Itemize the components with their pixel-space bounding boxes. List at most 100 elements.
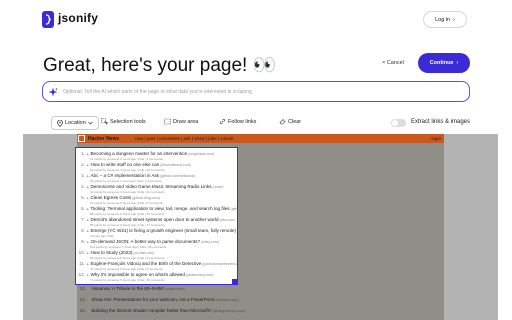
- upvote-icon[interactable]: ▲: [86, 229, 89, 233]
- story-rank: 4.: [81, 184, 85, 189]
- story-item[interactable]: 7.▲Detroit's abandoned street systems op…: [78, 217, 236, 227]
- story-meta: 41 points by someone 4 hours ago | hide …: [90, 190, 165, 194]
- story-site[interactable]: (wiley.com): [201, 240, 219, 244]
- upvote-icon[interactable]: ▲: [86, 240, 89, 244]
- cancel-label: Cancel: [386, 60, 404, 66]
- brand-name[interactable]: jsonify: [58, 11, 98, 25]
- continue-button[interactable]: Continue ›: [418, 53, 470, 73]
- story-item[interactable]: 8.▲Emerge (YC W21) is hiring a growth en…: [78, 228, 238, 238]
- story-meta: 96 points by someone 10 hours ago | hide…: [91, 314, 168, 318]
- upvote-icon[interactable]: ▲: [87, 287, 90, 291]
- chevron-down-icon: [88, 121, 93, 125]
- continue-label: Continue: [429, 60, 454, 66]
- story-title[interactable]: Show HN: Presentations for your webcam, …: [91, 297, 214, 302]
- story-rank: 3.: [81, 173, 85, 178]
- story-meta: 14 points by someone 2 hours ago | hide …: [90, 157, 163, 161]
- story-item[interactable]: 3.▲Abc – a C# implementation in Ask(gith…: [78, 173, 195, 183]
- draw-area-label: Draw area: [173, 118, 199, 125]
- story-rank: 10.: [78, 250, 85, 255]
- location-dropdown[interactable]: Location: [51, 116, 99, 130]
- story-title[interactable]: Building the DirectX shader compiler bet…: [91, 308, 211, 313]
- story-site[interactable]: (uncle): [212, 185, 223, 189]
- extract-links-toggle[interactable]: [391, 119, 406, 127]
- story-title[interactable]: Why it's impossible to agree on what's a…: [90, 272, 184, 277]
- draw-area-icon: [164, 118, 171, 125]
- draw-area-button[interactable]: Draw area: [164, 118, 198, 125]
- story-meta: 22 points by someone 3 hours ago | hide …: [91, 292, 164, 296]
- upvote-icon[interactable]: ▲: [86, 273, 89, 277]
- story-title[interactable]: Demoscene and Video Game Music Streaming…: [90, 184, 211, 189]
- story-item[interactable]: 5.▲Clean Egress Costs(github.blog.com) 27…: [78, 195, 163, 205]
- upvote-icon[interactable]: ▲: [87, 309, 90, 313]
- story-site[interactable]: (stratechery.com): [186, 273, 214, 277]
- cancel-button[interactable]: × Cancel: [382, 60, 404, 66]
- story-item[interactable]: 10.▲How to Study (2023)(cs.utah.edu) 59 p…: [78, 250, 165, 260]
- upvote-icon[interactable]: ▲: [87, 298, 90, 302]
- story-site[interactable]: (emerge.com): [237, 229, 238, 233]
- story-rank: 8.: [81, 228, 85, 233]
- page-preview[interactable]: Hacker News new | past | comments | ask …: [23, 134, 498, 320]
- selection-tools-label: Selection tools: [110, 118, 146, 125]
- story-item[interactable]: 11.▲Eugène-François Vidocq and the Birth…: [78, 261, 237, 271]
- story-title[interactable]: On-demand JSON: A better way to parse do…: [90, 239, 200, 244]
- clear-label: Clear: [288, 118, 302, 125]
- story-rank: 1.: [81, 151, 85, 156]
- story-item[interactable]: 12.▲Why it's impossible to agree on what…: [78, 272, 214, 282]
- story-item[interactable]: 6.▲Tooling: Terminal application to view…: [78, 206, 237, 216]
- story-title[interactable]: Hosanna: A Tribute to the 80–9-850: [91, 286, 163, 291]
- story-rank: 2.: [81, 162, 85, 167]
- upvote-icon[interactable]: ▲: [86, 251, 89, 255]
- follow-links-label: Follow links: [228, 118, 257, 125]
- selection-area[interactable]: 1.▲Becoming a dungeon master for an inte…: [75, 147, 238, 285]
- story-item[interactable]: 2.▲How to write stuff no one else can(th…: [78, 162, 191, 172]
- page-title: Great, here's your page! 👀: [43, 55, 277, 76]
- hn-title: Hacker News: [88, 135, 120, 142]
- story-site[interactable]: (devlog.hexops.com): [212, 309, 245, 313]
- upvote-icon[interactable]: ▲: [86, 218, 89, 222]
- story-title[interactable]: How to write stuff no one else can: [90, 162, 159, 167]
- story-site[interactable]: (longreads.com): [188, 152, 214, 156]
- upvote-icon[interactable]: ▲: [86, 152, 89, 156]
- login-button[interactable]: Log in ›: [423, 11, 467, 28]
- story-title[interactable]: How to Study (2023): [90, 250, 132, 255]
- follow-links-button[interactable]: Follow links: [219, 118, 256, 125]
- story-title[interactable]: Emerge (YC W21) is hiring a growth engin…: [90, 228, 236, 233]
- upvote-icon[interactable]: ▲: [86, 163, 89, 167]
- prompt-field[interactable]: [42, 81, 470, 102]
- selection-tools-button[interactable]: Selection tools: [101, 118, 146, 125]
- upvote-icon[interactable]: ▲: [86, 185, 89, 189]
- story-title[interactable]: Clean Egress Costs: [90, 195, 131, 200]
- story-title[interactable]: Tooling: Terminal application to view, t…: [90, 206, 229, 211]
- upvote-icon[interactable]: ▲: [86, 174, 89, 178]
- story-site[interactable]: (publicdomainreview.org): [202, 262, 237, 266]
- story-site[interactable]: (cs.utah.edu): [133, 251, 154, 255]
- story-site[interactable]: (github.com/tgsouter): [231, 207, 237, 211]
- story-site[interactable]: (ozkan.com): [165, 287, 185, 291]
- prompt-input[interactable]: [63, 86, 463, 98]
- story-item[interactable]: 9.▲On-demand JSON: A better way to parse…: [78, 239, 219, 249]
- story-title[interactable]: Detroit's abandoned street systems open …: [90, 217, 218, 222]
- story-site[interactable]: (slidecam.app): [215, 298, 239, 302]
- clear-button[interactable]: Clear: [279, 118, 301, 125]
- story-title[interactable]: Becoming a dungeon master for an interve…: [90, 151, 187, 156]
- story-item[interactable]: 4.▲Demoscene and Video Game Music Stream…: [78, 184, 223, 194]
- story-meta: 88 points by someone 6 hours ago | hide …: [90, 212, 165, 216]
- story-meta: 71 points by someone 5 hours ago | hide …: [90, 278, 165, 282]
- story-rank: 12.: [78, 272, 85, 277]
- jsonify-logo-icon[interactable]: [42, 11, 54, 28]
- story-title[interactable]: Eugène-François Vidocq and the Birth of …: [90, 261, 201, 266]
- story-title[interactable]: Abc – a C# implementation in Ask: [90, 173, 159, 178]
- story-site[interactable]: (github.com/ishikawa): [160, 174, 195, 178]
- story-item[interactable]: 13.▲Hosanna: A Tribute to the 80–9-850(o…: [79, 286, 185, 296]
- story-item[interactable]: 14.▲Show HN: Presentations for your webc…: [79, 297, 239, 307]
- story-site[interactable]: (thecreativest.com): [160, 163, 191, 167]
- selection-resize-handle[interactable]: [232, 279, 238, 285]
- story-item[interactable]: 1.▲Becoming a dungeon master for an inte…: [78, 151, 214, 161]
- upvote-icon[interactable]: ▲: [86, 262, 89, 266]
- story-meta: 47 points by someone 9 hours ago | hide …: [90, 267, 163, 271]
- story-item[interactable]: 15.▲Building the DirectX shader compiler…: [79, 308, 246, 318]
- story-site[interactable]: (github.blog.com): [132, 196, 160, 200]
- upvote-icon[interactable]: ▲: [86, 207, 89, 211]
- upvote-icon[interactable]: ▲: [86, 196, 89, 200]
- story-site[interactable]: (bbc.com): [220, 218, 236, 222]
